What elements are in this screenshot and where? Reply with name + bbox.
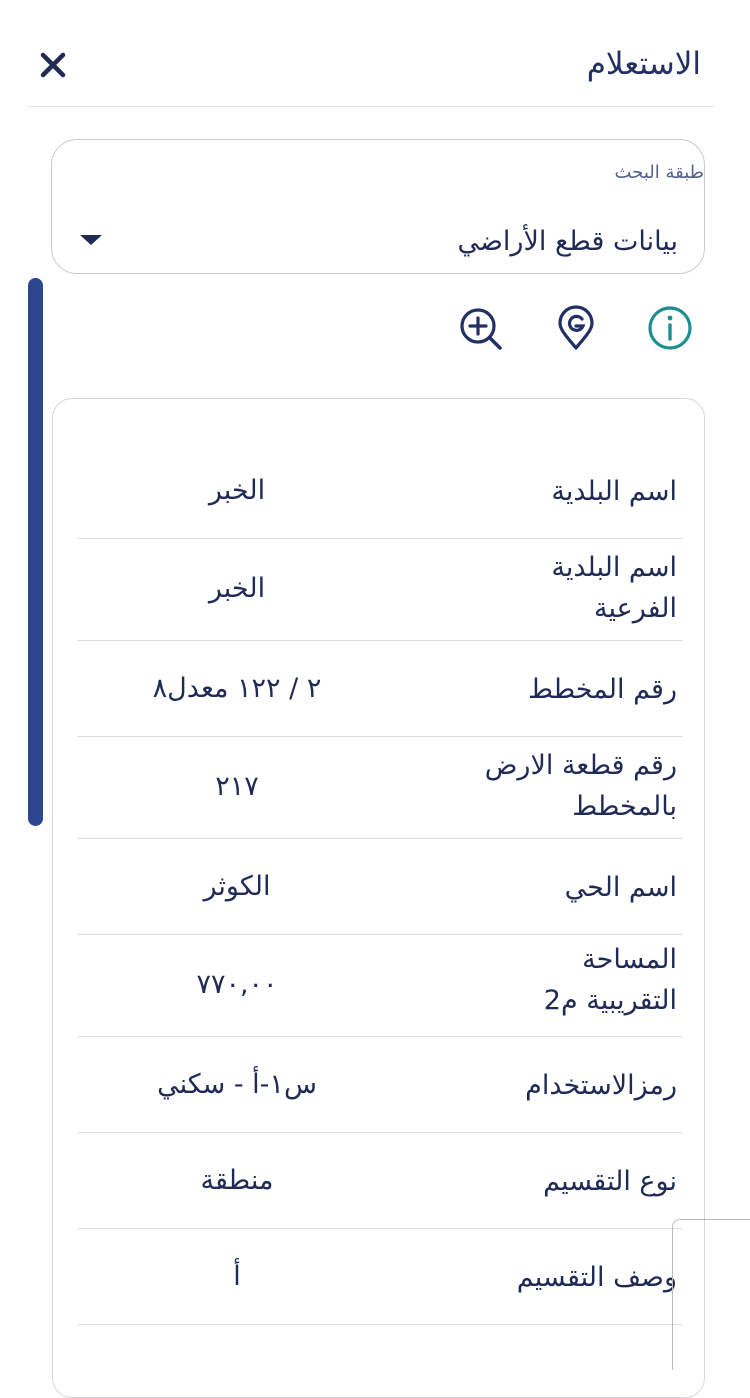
- search-layer-select[interactable]: طبقة البحث بيانات قطع الأراضي: [51, 139, 705, 274]
- page-title: الاستعلام: [586, 46, 701, 82]
- detail-row: وصف التقسيم أ: [77, 1229, 683, 1325]
- search-layer-value: بيانات قطع الأراضي: [457, 226, 678, 257]
- detail-label: رقم المخطط: [527, 674, 677, 705]
- detail-value: ٧٧٠,٠٠: [196, 969, 278, 1000]
- detail-value: الخبر: [208, 475, 266, 506]
- detail-row: المساحة التقريبية م2 ٧٧٠,٠٠: [77, 935, 683, 1037]
- detail-row: اسم الحي الكوثر: [77, 839, 683, 935]
- detail-value: س١-أ - سكني: [157, 1069, 317, 1100]
- detail-value: ٢ / ١٢٢ معدل٨: [152, 673, 322, 704]
- detail-label: رمزالاستخدام: [525, 1070, 677, 1101]
- overlay-frame: [672, 1219, 750, 1370]
- details-card: اسم البلدية الخبر اسم البلدية الفرعية ال…: [52, 398, 705, 1398]
- google-map-pin-icon[interactable]: [552, 304, 600, 352]
- caret-down-icon[interactable]: [80, 235, 102, 245]
- close-icon[interactable]: [38, 50, 68, 80]
- detail-label: وصف التقسيم: [516, 1262, 677, 1293]
- detail-label: نوع التقسيم: [543, 1166, 677, 1197]
- detail-value: أ: [233, 1261, 241, 1292]
- detail-row: رمزالاستخدام س١-أ - سكني: [77, 1037, 683, 1133]
- detail-label: اسم الحي: [564, 872, 677, 903]
- detail-label: رقم قطعة الارض بالمخطط: [484, 750, 677, 822]
- detail-label: اسم البلدية الفرعية: [551, 552, 677, 624]
- detail-value: الخبر: [208, 573, 266, 604]
- scrollbar[interactable]: [28, 278, 43, 826]
- detail-value: الكوثر: [203, 871, 271, 902]
- header: الاستعلام: [28, 0, 715, 107]
- detail-row: نوع التقسيم منطقة: [77, 1133, 683, 1229]
- detail-label: المساحة التقريبية م2: [543, 944, 677, 1016]
- zoom-in-icon[interactable]: [456, 304, 504, 352]
- detail-row: رقم المخطط ٢ / ١٢٢ معدل٨: [77, 641, 683, 737]
- info-icon[interactable]: [646, 304, 694, 352]
- search-layer-label: طبقة البحث: [614, 162, 704, 183]
- detail-row: رقم قطعة الارض بالمخطط ٢١٧: [77, 737, 683, 839]
- detail-row: اسم البلدية الخبر: [77, 439, 683, 539]
- detail-value: منطقة: [200, 1165, 274, 1196]
- detail-row: اسم البلدية الفرعية الخبر: [77, 539, 683, 641]
- detail-value: ٢١٧: [215, 771, 259, 802]
- detail-label: اسم البلدية: [551, 476, 677, 507]
